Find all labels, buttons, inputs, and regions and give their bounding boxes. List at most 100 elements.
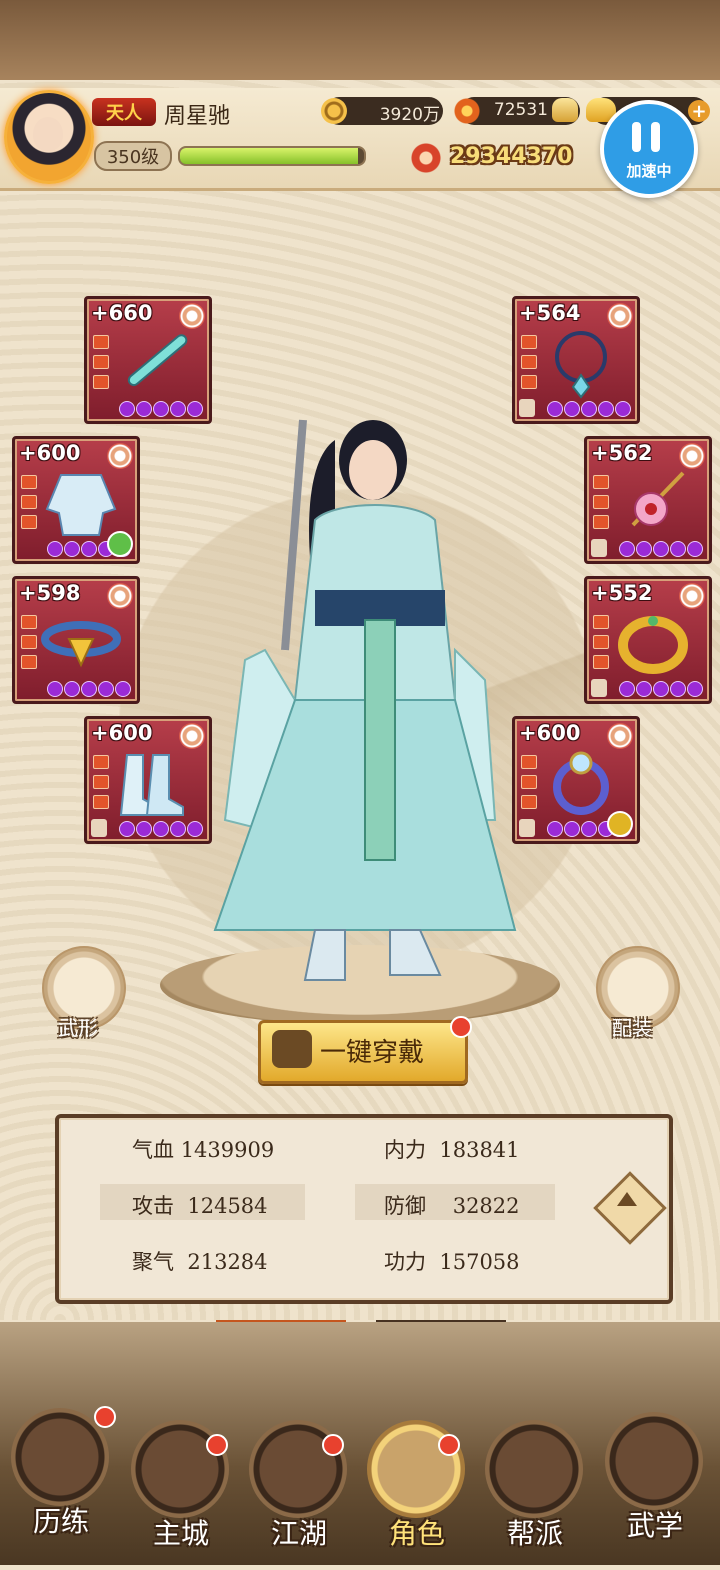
stat-value: 157058 bbox=[439, 1250, 520, 1274]
top-background bbox=[0, 0, 720, 80]
coin-icon bbox=[321, 98, 347, 124]
stat-value: 183841 bbox=[439, 1138, 520, 1162]
gem-amount: 72531 bbox=[493, 100, 548, 120]
equip-level: +600 bbox=[19, 441, 81, 465]
socket-list bbox=[593, 475, 609, 535]
gem-row bbox=[47, 681, 131, 697]
player-name: 周星驰 bbox=[164, 104, 231, 129]
chevron-up-icon bbox=[617, 1192, 637, 1206]
stat-value: 32822 bbox=[452, 1194, 520, 1218]
lock-icon bbox=[591, 679, 607, 697]
sword-icon bbox=[127, 334, 188, 387]
equip-slot-ring[interactable]: +600 bbox=[512, 716, 640, 844]
add-gold-icon[interactable]: + bbox=[688, 100, 710, 122]
ring-icon bbox=[553, 751, 609, 815]
combat-power-value: 29344370 bbox=[450, 144, 573, 169]
quality-star-icon bbox=[679, 443, 705, 469]
stat-gather-qi: 聚气 213284 bbox=[132, 1246, 268, 1276]
equip-level: +552 bbox=[591, 581, 653, 605]
quality-star-icon bbox=[679, 583, 705, 609]
stat-label: 攻击 bbox=[132, 1194, 174, 1218]
necklace-icon bbox=[555, 331, 607, 399]
stat-inner-force: 内力 183841 bbox=[384, 1134, 520, 1164]
notification-dot bbox=[206, 1434, 228, 1456]
character-figure[interactable] bbox=[205, 400, 525, 1010]
equip-slot-robe[interactable]: +600 bbox=[12, 436, 140, 564]
equip-slot-belt[interactable]: +598 bbox=[12, 576, 140, 704]
gem-row bbox=[119, 821, 203, 837]
player-avatar[interactable] bbox=[4, 90, 94, 184]
lock-icon bbox=[91, 819, 107, 837]
flame-gem-icon bbox=[452, 96, 482, 126]
socket-list bbox=[21, 475, 37, 535]
nav-label: 武学 bbox=[626, 1509, 683, 1542]
stat-attack: 攻击 124584 bbox=[132, 1190, 268, 1220]
one-click-equip-label: 一键穿戴 bbox=[320, 1038, 425, 1068]
coin-amount: 3920万 bbox=[379, 105, 440, 125]
nav-label: 角色 bbox=[388, 1517, 445, 1550]
stat-label: 聚气 bbox=[132, 1250, 174, 1274]
lock-icon bbox=[591, 539, 607, 557]
nav-item-martial-arts[interactable]: 武学 bbox=[600, 1412, 710, 1562]
notification-dot bbox=[94, 1406, 116, 1428]
bracelet-icon bbox=[618, 616, 688, 674]
level-badge: 350级 bbox=[94, 141, 172, 171]
martial-form-label: 武形 bbox=[58, 1016, 98, 1040]
equip-level: +600 bbox=[91, 721, 153, 745]
link-icon bbox=[107, 531, 133, 557]
socket-list bbox=[93, 335, 109, 395]
gem-row bbox=[619, 681, 703, 697]
scroll-sword-icon bbox=[11, 1408, 109, 1506]
socket-list bbox=[21, 615, 37, 675]
stat-label: 气血 bbox=[132, 1138, 174, 1162]
equip-slot-hairpin[interactable]: +562 bbox=[584, 436, 712, 564]
nav-label: 历练 bbox=[32, 1505, 89, 1538]
scroll-icon bbox=[605, 1412, 703, 1510]
robe-icon bbox=[45, 474, 117, 536]
ingot-icon bbox=[552, 98, 578, 122]
equip-slot-necklace[interactable]: +564 bbox=[512, 296, 640, 424]
guild-emblem-icon bbox=[485, 1420, 583, 1518]
quality-star-icon bbox=[107, 443, 133, 469]
pause-icon bbox=[632, 122, 660, 152]
notification-dot bbox=[438, 1434, 460, 1456]
boots-icon bbox=[119, 754, 184, 816]
nav-item-guild[interactable]: 帮派 bbox=[480, 1420, 590, 1570]
belt-icon bbox=[41, 621, 121, 668]
avatar-face bbox=[33, 117, 63, 151]
loadout-label: 配装 bbox=[612, 1016, 652, 1040]
hairpin-icon bbox=[631, 471, 685, 527]
notification-dot bbox=[450, 1016, 472, 1038]
quality-star-icon bbox=[607, 303, 633, 329]
quality-star-icon bbox=[107, 583, 133, 609]
notification-dot bbox=[322, 1434, 344, 1456]
exp-bar bbox=[178, 146, 366, 166]
stat-label: 功力 bbox=[384, 1250, 426, 1274]
stat-value: 124584 bbox=[187, 1194, 268, 1218]
equip-slot-boots[interactable]: +600 bbox=[84, 716, 212, 844]
stat-defense: 防御 32822 bbox=[384, 1190, 520, 1220]
rank-badge: 天人 bbox=[92, 98, 156, 126]
equip-level: +598 bbox=[19, 581, 81, 605]
nav-item-training[interactable]: 历练 bbox=[6, 1408, 116, 1558]
gem-row bbox=[119, 401, 203, 417]
nav-label: 帮派 bbox=[506, 1517, 563, 1550]
stat-power: 功力 157058 bbox=[384, 1246, 520, 1276]
combat-power-icon bbox=[408, 140, 444, 176]
gem-row bbox=[547, 401, 631, 417]
equip-level: +600 bbox=[519, 721, 581, 745]
equip-level: +562 bbox=[591, 441, 653, 465]
nav-label: 主城 bbox=[152, 1517, 209, 1550]
stat-label: 防御 bbox=[384, 1194, 426, 1218]
stat-value: 1439909 bbox=[180, 1138, 275, 1162]
quality-star-icon bbox=[607, 723, 633, 749]
stat-value: 213284 bbox=[187, 1250, 268, 1274]
socket-list bbox=[593, 615, 609, 675]
equip-slot-bracelet[interactable]: +552 bbox=[584, 576, 712, 704]
equip-slot-weapon[interactable]: +660 bbox=[84, 296, 212, 424]
quality-star-icon bbox=[179, 303, 205, 329]
socket-list bbox=[93, 755, 109, 815]
speed-up-label: 加速中 bbox=[626, 162, 672, 180]
link-icon bbox=[607, 811, 633, 837]
exp-bar-fill bbox=[180, 148, 359, 164]
